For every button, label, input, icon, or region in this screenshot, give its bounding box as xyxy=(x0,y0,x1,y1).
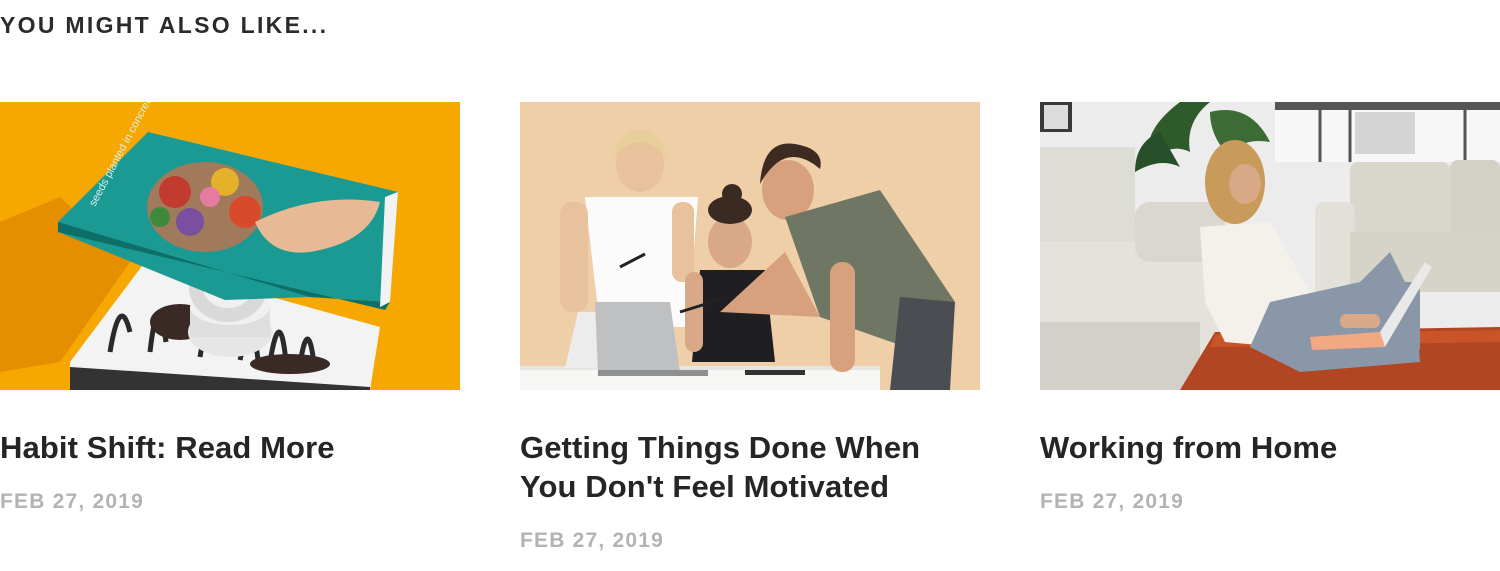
article-thumbnail-home[interactable] xyxy=(1040,102,1500,390)
article-thumbnail-books[interactable]: seeds planted in concrete xyxy=(0,102,460,390)
woman-on-floor-with-laptop-photo xyxy=(1040,102,1500,390)
team-at-laptop-photo xyxy=(520,102,980,390)
article-thumbnail-team[interactable] xyxy=(520,102,980,390)
article-card-working-from-home[interactable]: Working from Home FEB 27, 2019 xyxy=(1040,102,1500,515)
article-card-habit-shift[interactable]: seeds planted in concrete Habit Shift: R… xyxy=(0,102,460,515)
books-on-orange-photo: seeds planted in concrete xyxy=(0,102,460,390)
article-date: FEB 27, 2019 xyxy=(520,529,664,552)
article-title[interactable]: Working from Home xyxy=(1040,428,1500,467)
article-card-getting-things-done[interactable]: Getting Things Done When You Don't Feel … xyxy=(520,102,980,554)
article-title[interactable]: Getting Things Done When You Don't Feel … xyxy=(520,428,980,506)
article-date: FEB 27, 2019 xyxy=(0,490,144,513)
article-date: FEB 27, 2019 xyxy=(1040,490,1184,513)
article-title[interactable]: Habit Shift: Read More xyxy=(0,428,460,467)
section-heading: YOU MIGHT ALSO LIKE... xyxy=(0,12,329,38)
